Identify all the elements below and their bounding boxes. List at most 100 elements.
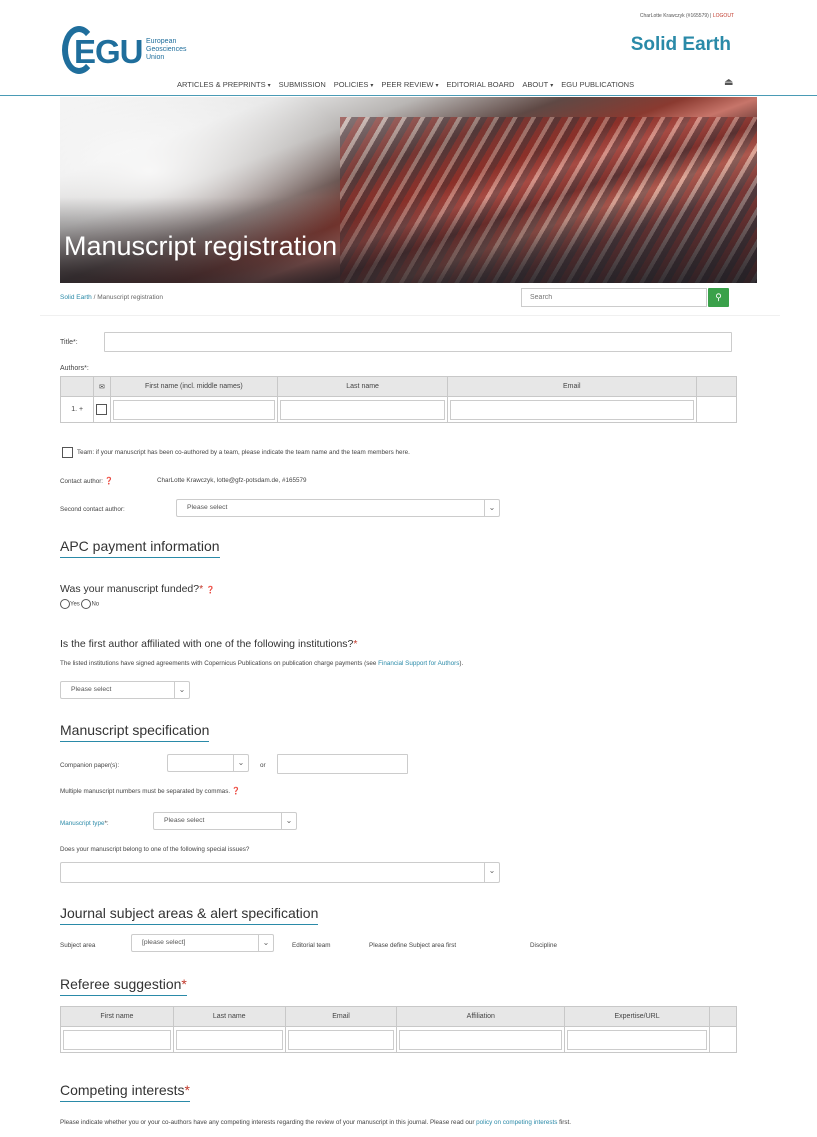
hero-banner: Manuscript registration [60,97,757,283]
question-text: Was your manuscript funded? [60,583,200,595]
funded-yes-radio[interactable] [60,599,70,609]
info-icon[interactable]: ❓ [232,788,241,795]
companion-select[interactable]: ⌄ [167,754,249,772]
subject-area-select[interactable]: [please select] ⌄ [131,934,274,952]
logout-icon[interactable]: ⏏ [724,77,733,88]
question-text: Is the first author affiliated with one … [60,638,354,650]
journal-title[interactable]: Solid Earth [631,34,731,56]
financial-support-link[interactable]: Financial Support for Authors [378,660,459,667]
manuscript-type-link[interactable]: Manuscript type [60,820,104,827]
note-text: Multiple manuscript numbers must be sepa… [60,788,231,795]
first-name-input[interactable] [112,399,276,420]
email-input[interactable] [449,399,694,420]
nav-item-peer-review[interactable]: PEER REVIEW ▾ [381,80,438,89]
nav-label: SUBMISSION [278,80,326,89]
manuscript-type-select[interactable]: Please select ⌄ [153,812,297,830]
nav-item-egu-publications[interactable]: EGU PUBLICATIONS [561,80,634,89]
first-name-cell [109,396,279,423]
funded-no-radio[interactable] [81,599,92,609]
referee-last-name-input[interactable] [175,1029,283,1050]
no-label: No [91,601,100,608]
chevron-down-icon: ⌄ [258,934,273,952]
header-email: Email [446,376,697,397]
nav-item-editorial-board[interactable]: EDITORIAL BOARD [446,80,514,89]
label-text: Contact author: [60,478,104,485]
info-icon[interactable]: ❓ [105,478,114,485]
nav-item-about[interactable]: ABOUT ▾ [522,80,553,89]
cell [564,1026,710,1053]
team-checkbox[interactable] [62,447,73,458]
site-header: CharLotte Krawczyk (#165579) | LOGOUT EG… [0,0,817,96]
nav-item-articles[interactable]: ARTICLES & PREPRINTS ▾ [177,80,271,89]
required-mark: * [184,1082,190,1098]
breadcrumb-separator: / [93,294,96,301]
logo-sub-line: European [146,38,177,45]
editorial-team-value: Please define Subject area first [369,942,457,949]
contact-author-label: Contact author: ❓ [60,477,114,485]
funded-radio-group: Yes No [60,599,99,609]
info-icon[interactable]: ❓ [206,587,215,594]
title-input[interactable] [104,332,732,352]
author-contact-checkbox[interactable] [96,404,108,415]
affiliation-note: The listed institutions have signed agre… [60,660,463,667]
author-checkbox-cell [93,396,111,423]
affiliation-select[interactable]: Please select ⌄ [60,681,190,699]
discipline-label: Discipline [530,942,557,949]
spec-heading: Manuscript specification [60,722,210,742]
companion-input[interactable] [277,754,408,774]
required-mark: *: [72,339,78,346]
referee-email-input[interactable] [287,1029,395,1050]
search-input[interactable] [521,288,707,307]
header-expertise: Expertise/URL [564,1006,710,1027]
header-email-icon: ✉ [93,376,111,397]
nav-item-submission[interactable]: SUBMISSION [279,80,326,89]
note-text: The listed institutions have signed agre… [60,660,379,667]
nav-label: ABOUT [522,80,549,89]
logo-sub-line: Geosciences [146,46,187,53]
referee-expertise-input[interactable] [567,1029,707,1050]
competing-policy-link[interactable]: policy on competing interests [476,1119,557,1126]
header-last-name: Last name [277,376,448,397]
label-text: Authors [60,365,85,372]
authors-table: ✉ First name (incl. middle names) Last n… [59,376,738,423]
referee-first-name-input[interactable] [63,1029,171,1050]
competing-note: Please indicate whether you or your co-a… [60,1118,750,1128]
header-empty [708,1006,738,1027]
special-issue-select[interactable]: ⌄ [60,862,500,883]
or-label: or [260,762,266,769]
logout-link[interactable]: LOGOUT [713,13,734,19]
search-button[interactable]: ⚲ [708,288,729,307]
authors-label: Authors*: [60,365,89,372]
caret-down-icon: ▾ [267,83,271,89]
funded-question: Was your manuscript funded?* ❓ [60,583,215,595]
header-first-name: First name [60,1006,174,1027]
logo-subtitle: European Geosciences Union [146,38,186,62]
second-contact-label: Second contact author: [60,506,125,513]
second-contact-select[interactable]: Please select ⌄ [176,499,500,517]
egu-logo[interactable]: EGU European Geosciences Union [62,20,186,76]
nav-label: ARTICLES & PREPRINTS [177,80,266,89]
title-label: Title*: [60,339,78,346]
select-value: Please select [71,686,112,693]
header-empty [59,376,95,397]
required-mark: *: [104,820,109,827]
referee-affiliation-input[interactable] [399,1029,563,1050]
competing-heading: Competing interests* [60,1082,190,1102]
add-author-button[interactable]: + [79,406,83,413]
breadcrumb-root[interactable]: Solid Earth [60,294,92,301]
cell [172,1026,286,1053]
chevron-down-icon: ⌄ [233,754,248,772]
nav-item-policies[interactable]: POLICIES ▾ [334,80,374,89]
subject-heading: Journal subject areas & alert specificat… [60,905,319,925]
special-issue-question: Does your manuscript belong to one of th… [60,846,250,853]
envelope-icon: ✉ [98,383,105,391]
cell [396,1026,566,1053]
manuscript-type-label: Manuscript type*: [60,820,109,827]
user-name[interactable]: CharLotte Krawczyk [640,13,685,19]
yes-label: Yes [70,601,80,608]
select-value: [please select] [142,939,186,946]
chevron-down-icon: ⌄ [484,862,499,883]
required-mark: * [353,638,358,650]
subject-area-label: Subject area [60,942,96,949]
last-name-input[interactable] [280,399,445,420]
